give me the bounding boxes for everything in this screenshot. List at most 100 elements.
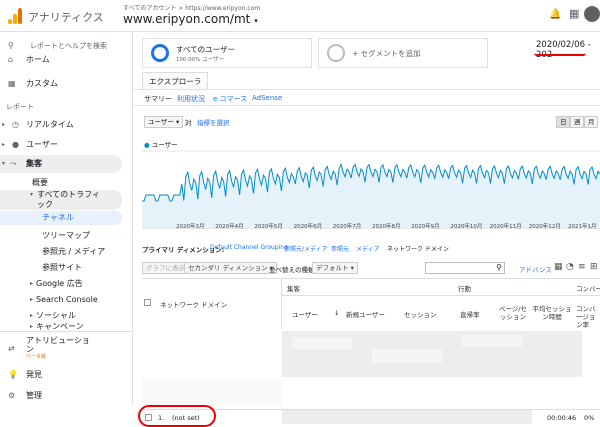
sidebar-item-realtime[interactable]: ▸ ◷ リアルタイム xyxy=(0,116,133,134)
column-header-avg-session-duration[interactable]: 平均セッション時間 xyxy=(532,305,572,321)
sidebar-item-channels[interactable]: チャネル xyxy=(0,211,122,225)
sidebar-item-label: カスタム xyxy=(26,79,58,88)
main-content: すべてのユーザー 100.00% ユーザー + セグメントを追加 2020/02… xyxy=(134,32,600,427)
x-tick-label: 2020年10月 xyxy=(450,224,483,230)
top-bar: アナリティクス すべてのアカウント > https://www.eripyon.… xyxy=(0,0,600,32)
percentage-view-icon[interactable]: ◔ xyxy=(566,262,574,272)
x-tick-label: 2020年3月 xyxy=(176,224,205,230)
table-view-icon[interactable]: ▦ xyxy=(554,262,563,272)
period-week-button[interactable]: 週 xyxy=(570,116,584,128)
sidebar-item-admin[interactable]: ⚙ 管理 xyxy=(0,387,133,405)
caret-right-icon: ▸ xyxy=(2,141,6,148)
sidebar-item-label: アトリビューショ ン xyxy=(26,336,90,354)
plot-rows-button[interactable]: グラフに表示 xyxy=(142,262,189,274)
sidebar-item-users[interactable]: ▸ ● ユーザー xyxy=(0,136,133,154)
x-tick-label: 2020年4月 xyxy=(215,224,244,230)
choose-metric-link[interactable]: 指標を選択 xyxy=(197,117,230,127)
legend-dot-icon: ● xyxy=(144,141,150,149)
person-icon: ● xyxy=(12,140,19,149)
subtab-usage[interactable]: 利用状況 xyxy=(177,94,205,104)
apps-grid-icon[interactable]: ▦ xyxy=(569,7,579,20)
x-tick-label: 2020年6月 xyxy=(293,224,323,230)
subtab-summary[interactable]: サマリー xyxy=(144,94,172,104)
x-tick-label: 2021年1月 xyxy=(568,224,597,230)
metric-dropdown[interactable]: ユーザー ▾ xyxy=(144,116,184,128)
column-header-bounce-rate[interactable]: 直帰率 xyxy=(460,309,480,319)
dim-source-medium[interactable]: 参照元/メディア xyxy=(284,244,328,253)
red-underline-annotation xyxy=(534,53,586,56)
lightbulb-icon: 💡 xyxy=(8,370,18,379)
subtab-adsense[interactable]: AdSense xyxy=(252,94,282,102)
sidebar-item-acquisition[interactable]: ▾ ⤳ 集客 xyxy=(0,155,122,173)
sidebar-item-label: キャンペーン xyxy=(36,323,84,331)
sidebar-item-label: ユーザー xyxy=(26,140,58,149)
attribution-icon: ⇄ xyxy=(8,344,15,353)
sidebar-item-campaigns[interactable]: ▸ キャンペーン xyxy=(0,323,133,331)
select-all-checkbox[interactable] xyxy=(144,299,151,306)
secondary-dimension-dropdown[interactable]: セカンダリ ディメンション ▾ xyxy=(184,262,277,274)
sort-default-label: デフォルト xyxy=(316,264,349,272)
add-segment-button[interactable]: + セグメントを追加 xyxy=(318,38,488,68)
pivot-view-icon[interactable]: ⊞ xyxy=(590,262,598,272)
comparison-view-icon[interactable]: ≡ xyxy=(578,262,586,272)
caret-right-icon: ▸ xyxy=(2,121,6,128)
search-label: レポートとヘルプを検索 xyxy=(30,42,107,50)
column-header-new-users[interactable]: 新規ユーザー xyxy=(346,309,385,319)
x-tick-label: 2020年7月 xyxy=(332,224,362,230)
blurred-row-area xyxy=(142,379,282,405)
sort-desc-icon[interactable]: ↓ xyxy=(334,309,339,317)
x-tick-label: 2020年11月 xyxy=(489,224,522,230)
dim-default-channel-grouping[interactable]: Default Channel Grouping xyxy=(210,244,288,251)
x-tick-label: 2020年8月 xyxy=(372,224,401,230)
acquisition-icon: ⤳ xyxy=(10,159,17,168)
advanced-filter-link[interactable]: アドバンス xyxy=(519,264,552,274)
column-header-users[interactable]: ユーザー xyxy=(292,309,318,319)
sidebar-item-label: リアルタイム xyxy=(26,120,74,129)
divider xyxy=(0,331,133,332)
property-selector[interactable]: www.eripyon.com/mt ▾ xyxy=(123,12,258,26)
vs-label: 対 xyxy=(185,119,192,127)
period-day-button[interactable]: 日 xyxy=(556,116,570,128)
users-line-chart[interactable] xyxy=(142,150,600,230)
explorer-subtabs: サマリー 利用状況 e コマース AdSense xyxy=(134,89,600,103)
dim-medium[interactable]: メディア xyxy=(356,244,380,253)
table-search-input[interactable]: ⚲ xyxy=(425,262,505,274)
secondary-dimension-label: セカンダリ ディメンション xyxy=(188,264,268,272)
row-conversion-rate: 0% xyxy=(584,414,595,422)
avatar[interactable] xyxy=(584,6,600,22)
account-breadcrumb[interactable]: すべてのアカウント > https://www.eripyon.com xyxy=(123,3,260,12)
segment-label: すべてのユーザー xyxy=(176,45,236,54)
bell-icon[interactable]: 🔔 xyxy=(549,9,561,20)
dim-source[interactable]: 参照元 xyxy=(331,244,349,253)
column-header-sessions[interactable]: セッション xyxy=(404,309,437,319)
segment-all-users[interactable]: すべてのユーザー 100.00% ユーザー xyxy=(142,38,312,68)
date-range-picker[interactable]: 2020/02/06 - 202 xyxy=(536,40,600,60)
column-header-pages-per-session[interactable]: ページ/セッション xyxy=(498,305,528,321)
analytics-logo-icon[interactable] xyxy=(8,8,22,24)
sidebar-search[interactable]: ⚲ レポートとヘルプを検索 xyxy=(0,37,133,55)
sidebar-item-home[interactable]: ⌂ ホーム xyxy=(0,55,133,65)
blurred-cell xyxy=(462,335,522,347)
sidebar-item-all-traffic[interactable]: ▾ すべてのトラフィ ック xyxy=(0,190,122,210)
segment-circle-icon xyxy=(151,44,169,62)
group-header-behavior: 行動 xyxy=(458,285,471,293)
blurred-cell xyxy=(372,349,442,363)
column-header-conversion-rate[interactable]: コンバージョン率 xyxy=(576,305,600,329)
period-month-button[interactable]: 月 xyxy=(584,116,598,128)
subtab-ecommerce[interactable]: e コマース xyxy=(213,94,247,104)
sort-type-dropdown[interactable]: デフォルト ▾ xyxy=(312,262,358,274)
property-name: www.eripyon.com/mt xyxy=(123,12,251,26)
sidebar-item-custom[interactable]: ▦ カスタム xyxy=(0,75,133,93)
legend-label: ユーザー xyxy=(151,141,178,149)
segment-percent: 100.00% ユーザー xyxy=(176,57,225,63)
x-tick-label: 2020年9月 xyxy=(411,224,440,230)
sidebar-item-discover[interactable]: 💡 発見 xyxy=(0,366,133,384)
group-header-acquisition: 集客 xyxy=(287,285,300,293)
divider xyxy=(134,105,600,106)
sidebar-item-label: 集客 xyxy=(26,159,42,168)
home-icon: ⌂ xyxy=(8,55,14,64)
sidebar-item-attribution[interactable]: ⇄ アトリビューショ ンベータ版 xyxy=(0,334,133,360)
dim-network-domain[interactable]: ネットワーク ドメイン xyxy=(387,244,449,253)
tab-explorer[interactable]: エクスプローラ xyxy=(142,72,209,89)
column-header-network-domain[interactable]: ネットワーク ドメイン xyxy=(160,299,227,309)
